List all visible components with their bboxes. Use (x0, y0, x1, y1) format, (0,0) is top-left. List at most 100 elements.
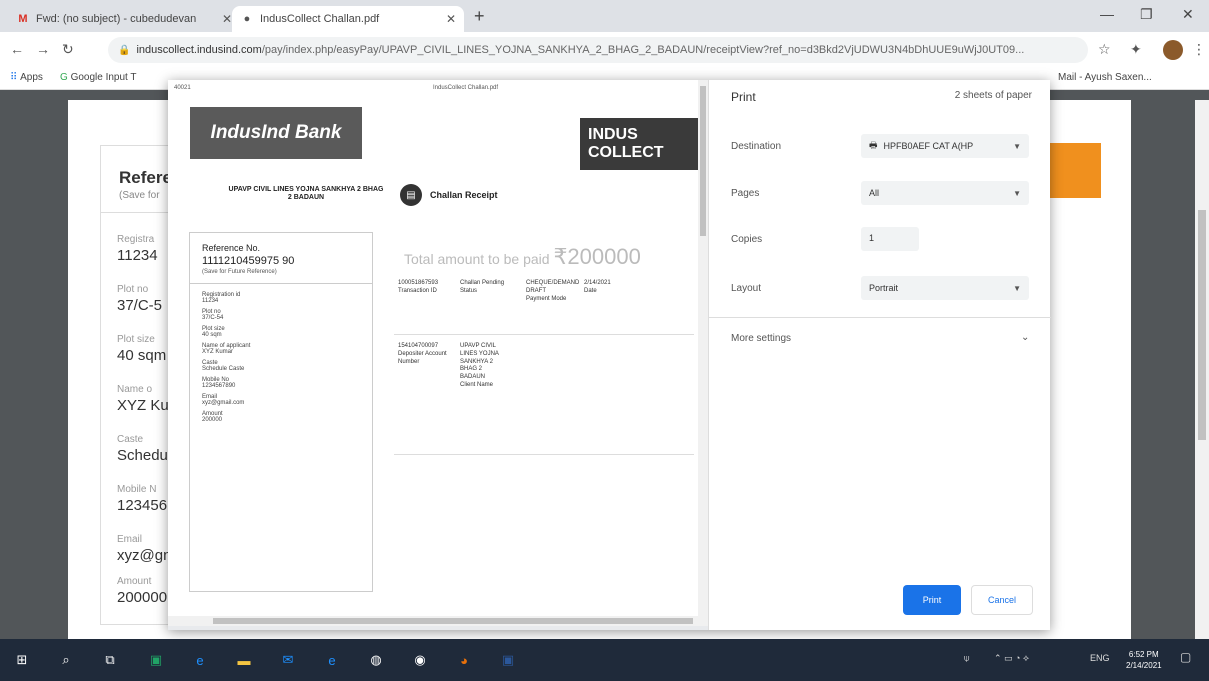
divider (394, 334, 694, 335)
detail-label: Transaction ID (398, 287, 437, 294)
total-label: Total amount to be paid (404, 251, 550, 267)
field-value: 200000 (117, 589, 168, 606)
form-field: Registra 11234 (117, 234, 158, 264)
excel-icon[interactable]: ▣ (146, 650, 166, 670)
org-name: UPAVP CIVIL LINES YOJNA SANKHYA 2 BHAG 2… (228, 186, 384, 202)
address-bar[interactable]: 🔒 induscollect.indusind.com/pay/index.ph… (108, 37, 1088, 63)
bookmark-mail[interactable]: Mail - Ayush Saxen... (1058, 72, 1152, 83)
destination-select[interactable]: 🖶 HPFB0AEF CAT A(HP ▼ (861, 134, 1029, 158)
destination-label: Destination (731, 141, 782, 152)
scroll-thumb[interactable] (1198, 210, 1206, 440)
tray-icons[interactable]: ⌃ ▭ ◔ ⟡ (994, 653, 1029, 664)
scroll-thumb[interactable] (700, 86, 706, 236)
extensions-icon[interactable]: ✦ (1130, 41, 1142, 58)
print-settings-panel: Print 2 sheets of paper Destination 🖶 HPF… (708, 80, 1051, 630)
star-icon[interactable]: ☆ (1098, 41, 1111, 58)
pages-select[interactable]: All ▼ (861, 181, 1029, 205)
new-tab-button[interactable]: + (474, 6, 485, 27)
maximize-button[interactable]: ❐ (1140, 6, 1153, 23)
field-label: Caste (117, 434, 144, 445)
field-label: Name o (117, 384, 153, 395)
clock-date: 2/14/2021 (1126, 661, 1162, 671)
bookmark-label: Apps (20, 72, 43, 83)
people-icon[interactable]: ⍦ (964, 653, 969, 664)
app-icon[interactable]: ◍ (366, 650, 386, 670)
field-value: XYZ Kui (117, 397, 173, 414)
detail-value: UPAVP CIVIL LINES YOJNA SANKHYA 2 BHAG 2… (460, 343, 499, 381)
notifications-icon[interactable]: ▢ (1180, 650, 1191, 664)
scroll-thumb[interactable] (213, 618, 693, 624)
tab-gmail[interactable]: M Fwd: (no subject) - cubedudevan ✕ (8, 6, 240, 32)
page-header-center: IndusCollect Challan.pdf (433, 85, 499, 91)
back-icon[interactable]: ← (10, 41, 24, 57)
clock[interactable]: 6:52 PM 2/14/2021 (1126, 649, 1162, 671)
chrome-icon[interactable]: ◕ (454, 650, 474, 670)
outlook-icon[interactable]: ✉ (278, 650, 298, 670)
field-label: Email (117, 534, 143, 545)
total-value: ₹200000 (553, 244, 641, 269)
chevron-down-icon: ▼ (1013, 283, 1021, 293)
detail-label: Date (584, 287, 597, 294)
edge-icon[interactable]: e (190, 650, 210, 670)
copies-label: Copies (731, 234, 763, 245)
tab-challan-pdf[interactable]: ● IndusCollect Challan.pdf ✕ (232, 6, 464, 32)
copies-input[interactable]: 1 (861, 227, 919, 251)
taskbar: ⊞ ⌕ ⧉ ▣ e ▬ ✉ e ◍ ◉ ◕ ▣ ⍦ ⌃ ▭ ◔ ⟡ ENG 6:… (0, 639, 1209, 681)
form-field: Plot no 37/C-5 (117, 284, 162, 314)
field-value: 11234 (117, 247, 158, 264)
select-value: HPFB0AEF CAT A(HP (883, 141, 974, 151)
page-scrollbar[interactable] (1195, 100, 1209, 640)
bookmark-label: Google Input T (70, 72, 137, 83)
chevron-down-icon: ▼ (1013, 188, 1021, 198)
preview-sheet: 40021 IndusCollect Challan.pdf IndusInd … (168, 80, 698, 620)
receipt-title: Challan Receipt (430, 190, 498, 200)
preview-horizontal-scrollbar[interactable] (168, 616, 698, 626)
browser-toolbar: ← → ↻ 🔒 induscollect.indusind.com/pay/in… (0, 32, 1209, 68)
tab-label: IndusCollect Challan.pdf (260, 13, 380, 25)
preview-vertical-scrollbar[interactable] (698, 80, 708, 626)
menu-icon[interactable]: ⋮ (1192, 41, 1206, 58)
language-indicator[interactable]: ENG (1090, 653, 1110, 663)
field-value: 40 sqm (202, 332, 222, 338)
form-field: Name o XYZ Kui (117, 384, 172, 414)
status: Challan Pending Status (460, 280, 518, 296)
bookmark-google-input[interactable]: G Google Input T (60, 72, 137, 83)
depositer-account: 154104700097 Depositer Account Number (398, 343, 456, 366)
detail-value: CHEQUE/DEMAND DRAFT (526, 280, 580, 294)
clock-time: 6:52 PM (1128, 650, 1159, 659)
detail-label: Payment Mode (526, 295, 567, 302)
layout-select[interactable]: Portrait ▼ (861, 276, 1029, 300)
word-icon[interactable]: ▣ (498, 650, 518, 670)
cancel-button[interactable]: Cancel (971, 585, 1033, 615)
field-value: 123456 (117, 497, 168, 514)
print-button[interactable]: Print (903, 585, 961, 615)
field-label: Amount (117, 576, 152, 587)
task-view-icon[interactable]: ⧉ (100, 650, 120, 670)
bookmark-label: Mail - Ayush Saxen... (1058, 72, 1152, 83)
avatar[interactable] (1163, 40, 1183, 60)
detail-label: Status (460, 287, 478, 294)
reload-icon[interactable]: ↻ (62, 41, 74, 58)
bookmark-apps[interactable]: ⠿ Apps (10, 72, 43, 83)
field-value: 40 sqm (117, 347, 167, 364)
field-value: 11234 (202, 298, 219, 304)
file-explorer-icon[interactable]: ▬ (234, 650, 254, 670)
ie-icon[interactable]: e (322, 650, 342, 670)
windows-start-icon[interactable]: ⊞ (12, 650, 32, 670)
print-dialog: 40021 IndusCollect Challan.pdf IndusInd … (168, 80, 1051, 630)
page-header-left: 40021 (174, 85, 191, 91)
chevron-down-icon[interactable]: ⌄ (1021, 332, 1029, 343)
field-value: 37/C-54 (202, 315, 224, 321)
forward-icon[interactable]: → (36, 41, 50, 57)
close-icon[interactable]: ✕ (222, 12, 232, 26)
media-icon[interactable]: ◉ (410, 650, 430, 670)
client-name: UPAVP CIVIL LINES YOJNA SANKHYA 2 BHAG 2… (460, 343, 504, 390)
search-icon[interactable]: ⌕ (56, 650, 76, 670)
form-field: Caste Schedul (117, 434, 171, 464)
field-label: Plot no (117, 284, 149, 295)
close-icon[interactable]: ✕ (446, 12, 456, 26)
more-settings-toggle[interactable]: More settings (731, 333, 791, 344)
close-window-button[interactable]: ✕ (1182, 6, 1194, 23)
field-value: 37/C-5 (117, 297, 163, 314)
minimize-button[interactable]: — (1100, 6, 1114, 22)
